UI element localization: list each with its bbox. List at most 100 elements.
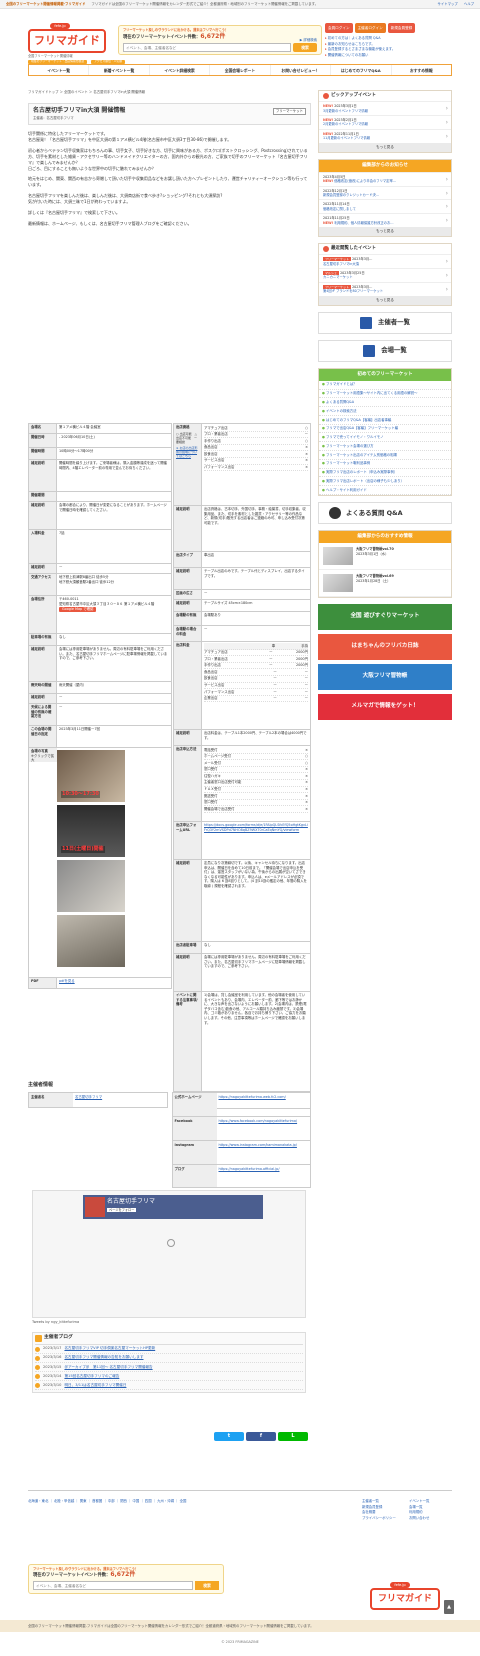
event-photo[interactable] [57,860,125,912]
guide-link[interactable]: はじめてのフリマQ&A【客編】出店者事編 [319,416,451,425]
nav-review[interactable]: お問い合せレビュー！ [271,65,332,75]
organizer-instagram-link[interactable]: https://www.instagram.com/kamimanakata.j… [219,1143,297,1147]
notice-item[interactable]: 2022年12月1日 新規会員登録のクレジットカード決… [319,185,451,200]
scroll-top-icon[interactable]: ▲ [444,1600,454,1614]
blog-item[interactable]: 2023/3/10 明日、3/11は名古屋切手フリマ開催日 [35,1381,303,1391]
footer-search-button[interactable]: 検索 [195,1581,219,1591]
search-input[interactable] [123,43,291,53]
footer-link[interactable]: 利用規約 [409,1510,452,1515]
detail-row: 開催期間 [28,491,172,501]
banner-diary[interactable]: はまちゃんのフリバカ日誌 [318,634,452,661]
breadcrumb[interactable]: フリマガイドトップ ＞ 全国のイベント ＞ 名古屋切手フリマin大須 開催情報 [28,90,145,95]
details-left-table: 会場名 第１アメ横ビル４階 会議室 開催日時 - 2023年06月10日(土) 開催… [28,423,172,989]
guide-link[interactable]: フリマで出店Q&A【客編】フリーマーケット編 [319,425,451,434]
header-link-member[interactable]: 会員登録するとさまざまな機能が使えます。 [325,47,395,53]
facebook-share-button[interactable]: f [246,1432,276,1441]
footer-link[interactable]: 会社概要 [362,1510,405,1515]
fee-table: 車手持 アマチュア出店ー 2000円 プロ・業者出店ー 2000円 手作り出店ー 20… [202,642,310,729]
footer-link[interactable]: 新規会員登録 [362,1505,405,1510]
notice-item[interactable]: 2021年11月25日 NEW! 利用規約、個人情報保護方針改正のお… [319,213,451,227]
event-photo[interactable]: 10:30〜17:30 [57,750,125,802]
event-photo[interactable] [57,915,125,967]
guide-link[interactable]: イベントの検索方法 [319,407,451,416]
photo-row: 会場の写真 ※クリックで拡大 10:30〜17:30 11日(土曜日)開催 [28,747,172,977]
event-photo[interactable]: 11日(土曜日)開催 [57,805,125,857]
organizer-facebook-link[interactable]: https://www.facebook.com/nagoyakittefuri… [219,1119,298,1123]
footer-search-input[interactable] [33,1581,193,1591]
detail-row: 入場料金 7話 [28,529,172,563]
tweets-by-link[interactable]: Tweets by ngy_kittefurima [32,1320,79,1325]
register-button[interactable]: 新規会員登録 [387,23,416,33]
recent-item[interactable]: マルシェ 2023年3月25日 カニカニマーケット [319,268,451,282]
pickup-item[interactable]: NEW! 2022年11月1日 11月更新のイベントフリマ情報 [319,128,451,143]
header-link-request[interactable]: 開催情報についてのお願い [325,53,395,59]
follow-button[interactable]: ページをフォロー [107,1208,137,1213]
blog-item[interactable]: 2023/3/16 名古屋切手フリマ開催情報の告知をお願いします [35,1354,303,1364]
header-search-panel: フリーマーケット探しのヴラウンドに出かける。週末はフリマへ行こう！ 現在のフリー… [118,25,322,55]
search-button[interactable]: 検索 [293,43,317,53]
guide-link[interactable]: 実際フリマ出店レポート（出店の様子も少しあり） [319,477,451,487]
organizer-login-button[interactable]: 主催者ログイン [354,23,386,33]
organizer-blog-link[interactable]: https://nagoyakittefurima.official.jp/ [219,1167,280,1171]
guide-link[interactable]: ヘルプ・サイト利用ガイド [319,486,451,495]
banner-osaka[interactable]: 大阪フリマ冒物帳 [318,664,452,691]
recent-item[interactable]: フリーマーケット 2023年3月… 名古屋切手フリマin大須 [319,254,451,268]
facebook-page-card[interactable]: 名古屋切手フリマ ページをフォロー [83,1195,263,1219]
help-link[interactable]: ヘルプ [464,2,474,7]
member-login-button[interactable]: 会員ログイン [325,23,353,33]
guide-link[interactable]: 実際フリマ出店のレポート（申込み実際事例） [319,469,451,478]
organizer-homepage-link[interactable]: https://nagoyakittefurima.web.fc2.com/ [219,1095,286,1099]
magazine-item[interactable]: 大阪フリマ冒物帳vol.69 2023年1月28日（土） [319,570,451,598]
footer-link[interactable]: 主催者一覧 [362,1499,405,1504]
exhibit-type-link[interactable]: ※ お店の出店形態の説明についてはこちら [176,446,199,458]
nav-new-events[interactable]: 新着イベント一覧 [89,65,150,75]
recent-more-button[interactable]: もっと見る [319,295,451,305]
venue-list-button[interactable]: 会場一覧 [318,339,452,362]
pickup-item[interactable]: NEW! 2023年2月1日 2月更新のイベントフリマ情報 [319,114,451,129]
apply-form-link[interactable]: https://docs.google.com/forms/d/e/1FAIpQ… [204,823,308,832]
banner-market[interactable]: 全国 遊びすぐりマーケット [318,604,452,631]
footer-link[interactable]: イベント一覧 [409,1499,452,1504]
notice-more-button[interactable]: もっと見る [319,227,451,237]
blog-item[interactable]: 2023/3/14 第15回名古屋切手フリマのご報告 [35,1372,303,1382]
pickup-more-button[interactable]: もっと見る [319,142,451,152]
magazine-item[interactable]: 大阪フリマ冒物帳vol.70 2023年3月1日（水） [319,543,451,571]
guide-link[interactable]: フリマガイドとは？ [319,381,451,390]
nav-venue-report[interactable]: 全国会場レポート [210,65,271,75]
detail-search-link[interactable]: ▶ 詳細検索 [300,38,317,43]
blog-item[interactable]: 2023/3/17 名古屋切手フリマVIP 切手倶楽名古屋マーケットHP更新 [35,1345,303,1355]
banner-mailmag[interactable]: メルマガで情報をゲット！ [318,694,452,721]
header-links: 初めての方は｜よくある質問 Q&A 最新のお知らせはこちらです。 会員登録すると… [325,36,395,58]
notice-item[interactable]: 2023年4月5日 NEW! 価格改定(値改)により半会のフリマ定率… [319,171,451,186]
organizer-list-button[interactable]: 主催者一覧 [318,311,452,334]
sitemap-link[interactable]: サイトマップ [437,2,457,7]
guide-link[interactable]: フリーマーケット会場の選び方 [319,442,451,452]
twitter-share-button[interactable]: t [214,1432,244,1441]
faq-button[interactable]: よくある質問 Q&A [318,501,452,524]
guide-link[interactable]: フリマで売ってイイモノ・ワルイモノ [319,433,451,443]
nav-event-list[interactable]: イベント一覧 [29,65,90,75]
google-map-button[interactable]: Google Map で確認 [59,607,97,612]
nav-recommend[interactable]: おすすめ情報 [392,65,451,75]
pickup-item[interactable]: NEW! 2023年3月1日 3月更新のイベントフリマ情報 [319,101,451,115]
line-share-button[interactable]: L [278,1432,308,1441]
nav-detail-search[interactable]: イベント詳細検索 [150,65,211,75]
footer-link[interactable]: 会場一覧 [409,1505,452,1510]
top-site-title[interactable]: 全国のフリーマーケット開催情報掲載-フリマガイド [6,2,85,7]
notice-item[interactable]: 2022年11月14日 価格改定に関しまして [319,199,451,213]
pdf-link[interactable]: pdfを見る [59,979,75,983]
footer-logo[interactable]: フリマガイド [370,1588,440,1610]
guide-link[interactable]: フリーマーケット出店のアイテム別価格の相場 [319,451,451,460]
recent-item[interactable]: フリーマーケット 2023年3月… 第4回ギ ブランドを80フリーマーケット [319,281,451,296]
blog-item[interactable]: 2023/3/15 ＠アーカイブ＠ 第11回～ 名古屋切手フリマ開催報告 [35,1363,303,1373]
guide-link[interactable]: フリーマーケット戦利品事例 [319,460,451,469]
bullet-icon [35,1373,40,1379]
footer-link[interactable]: プライバシーポリシー [362,1516,405,1521]
organizer-name-link[interactable]: 名古屋切手フリマ [75,1095,102,1099]
guide-link[interactable]: よくある質問Q&A [319,398,451,408]
site-logo[interactable]: フリマガイド [28,29,106,53]
footer-link[interactable]: お問い合わせ [409,1516,452,1521]
nav-beginner-qa[interactable]: はじめてのフリマQ&A [331,65,392,75]
guide-link[interactable]: フリーマーケット用語集〜サイト内に出てくる用語の解説〜 [319,390,451,399]
bullet-icon [35,1364,40,1370]
